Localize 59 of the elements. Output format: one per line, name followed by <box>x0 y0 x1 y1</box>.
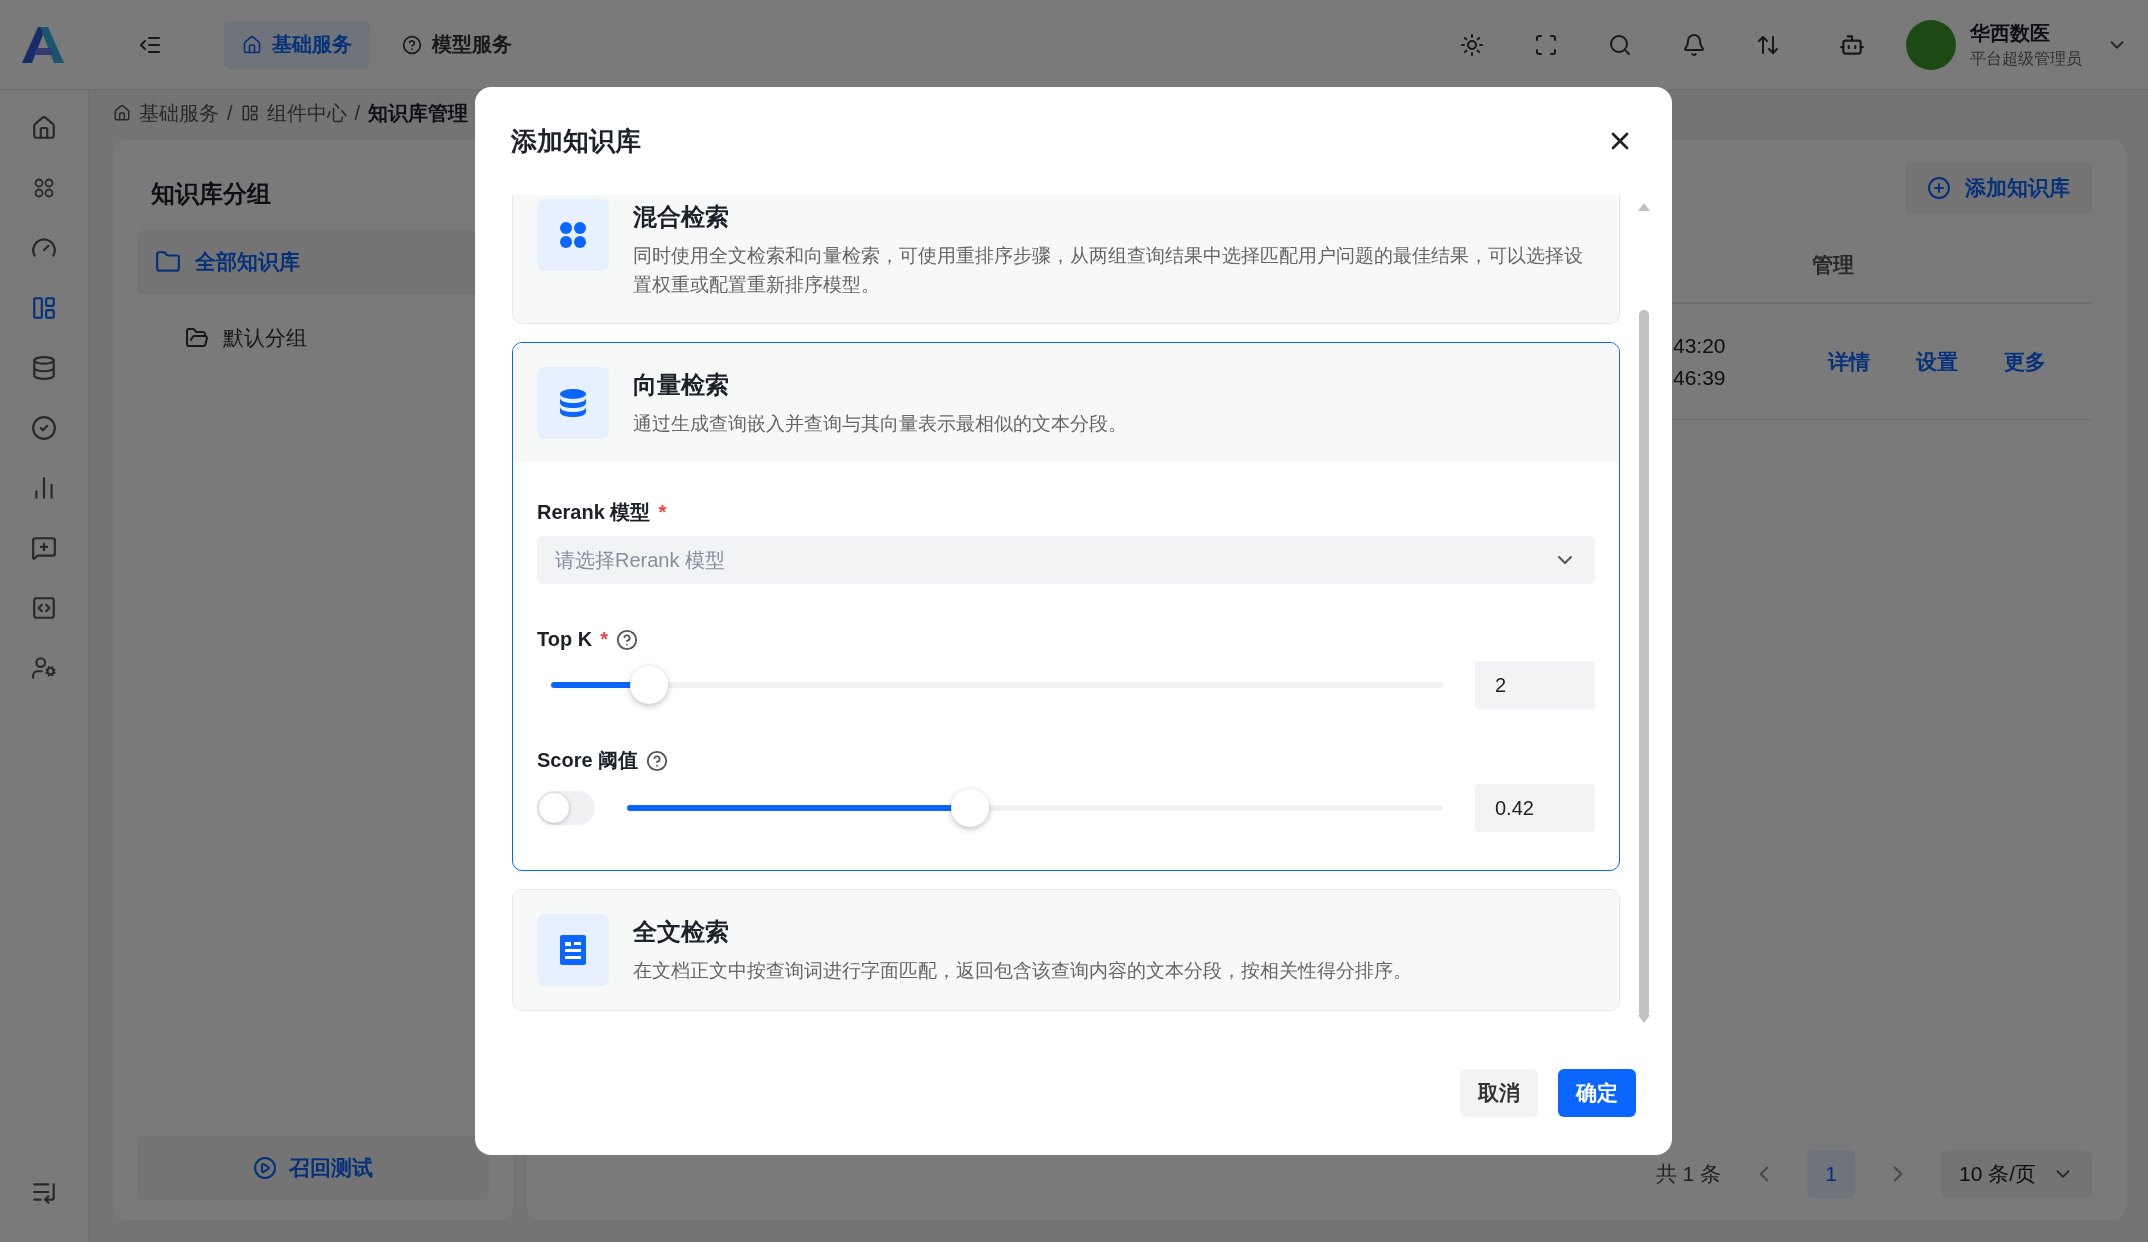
dialog-title: 添加知识库 <box>511 124 641 158</box>
play-icon <box>253 1156 277 1180</box>
option-card[interactable]: 向量检索 通过生成查询嵌入并查询与其向量表示最相似的文本分段。 Rerank 模型 * 请选择Rerank 模型 Top K * 2 Score 阈值 0.42 <box>512 342 1620 871</box>
user-role: 平台超级管理员 <box>1970 48 2082 69</box>
field-label: Score 阈值 <box>537 748 639 773</box>
breadcrumb-link[interactable]: 组件中心 <box>266 99 347 127</box>
option-title: 混合检索 <box>633 202 730 232</box>
table-cell: 43:20 <box>1673 333 1726 358</box>
database-icon <box>559 388 587 418</box>
action-link[interactable]: 更多 <box>2004 347 2046 376</box>
slider-handle[interactable] <box>950 789 989 827</box>
help-icon <box>615 628 638 651</box>
panel-icon <box>240 104 259 122</box>
option-description: 在文档正文中按查询词进行字面匹配，返回包含该查询内容的文本分段，按相关性得分排序。 <box>633 959 1412 983</box>
nav-tab[interactable]: 基础服务 <box>224 20 370 69</box>
field-label: Rerank 模型 <box>537 500 651 525</box>
action-link[interactable]: 设置 <box>1916 347 1958 376</box>
number-input[interactable]: 2 <box>1475 661 1595 709</box>
logo-icon <box>20 24 66 65</box>
slider-handle[interactable] <box>630 666 669 704</box>
table-cell: 46:39 <box>1673 365 1726 390</box>
help-icon <box>646 749 669 772</box>
option-card[interactable]: 全文检索 在文档正文中按查询词进行字面匹配，返回包含该查询内容的文本分段，按相关性得分排序。 <box>512 889 1620 1011</box>
folder-icon <box>155 248 181 275</box>
confirm-button[interactable]: 确定 <box>1558 1069 1636 1117</box>
action-link[interactable]: 详情 <box>1828 347 1870 376</box>
page-size-select[interactable]: 10 条/页 <box>1940 1150 2092 1198</box>
cancel-button[interactable]: 取消 <box>1460 1069 1538 1117</box>
page-button[interactable]: 1 <box>1806 1150 1855 1198</box>
add-knowledge-button[interactable]: 添加知识库 <box>1905 162 2092 214</box>
group-item[interactable]: 默认分组 <box>137 310 489 366</box>
folder-icon <box>185 326 209 350</box>
breadcrumb-separator: / <box>354 101 361 125</box>
column-header: 管理 <box>1812 252 1854 278</box>
required-mark: * <box>600 628 608 651</box>
option-title: 全文检索 <box>633 917 730 947</box>
breadcrumb-link[interactable]: 知识库管理 <box>368 99 469 127</box>
home-icon <box>242 34 262 55</box>
breadcrumb-link[interactable]: 基础服务 <box>139 99 219 127</box>
recall-test-button[interactable]: 召回测试 <box>137 1136 489 1200</box>
required-mark: * <box>658 501 667 524</box>
user-name: 华西数医 <box>1970 20 2051 46</box>
breadcrumb-separator: / <box>227 101 233 125</box>
avatar <box>1906 19 1956 70</box>
option-description: 同时使用全文检索和向量检索，可使用重排序步骤，从两组查询结果中选择匹配用户问题的最佳结果，可以选择设置权重或配置重新排序模型。 <box>633 244 1584 297</box>
field-label: Top K <box>537 628 593 651</box>
plus-icon <box>1927 176 1951 200</box>
toggle-switch[interactable] <box>537 791 595 825</box>
total-count: 共 1 条 <box>1655 1161 1721 1187</box>
option-description: 通过生成查询嵌入并查询与其向量表示最相似的文本分段。 <box>633 412 1127 436</box>
panel-title: 知识库分组 <box>150 179 272 209</box>
document-icon <box>560 935 586 965</box>
nav-tab[interactable]: 模型服务 <box>384 20 530 69</box>
option-title: 向量检索 <box>633 370 730 400</box>
option-card[interactable]: 混合检索 同时使用全文检索和向量检索，可使用重排序步骤，从两组查询结果中选择匹配用户问题的最佳结果，可以选择设置权重或配置重新排序模型。 <box>512 195 1620 324</box>
number-input[interactable]: 0.42 <box>1475 784 1595 832</box>
grid-icon <box>558 220 588 250</box>
home-icon <box>113 104 131 122</box>
select-field[interactable]: 请选择Rerank 模型 <box>537 536 1595 584</box>
